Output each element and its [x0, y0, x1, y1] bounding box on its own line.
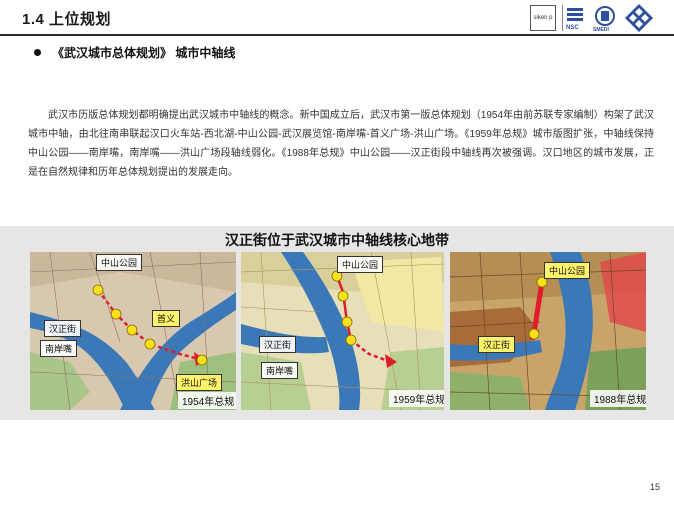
logo-group: siken p NSC SMEDI — [530, 3, 654, 33]
map-1954-label-hanzhengjie: 汉正街 — [44, 320, 82, 337]
siken-logo: siken p — [530, 5, 556, 31]
body-paragraph: 武汉市历版总体规划都明确提出武汉城市中轴线的概念。新中国成立后，武汉市第一版总体… — [28, 110, 654, 178]
header-divider — [0, 34, 674, 36]
map-1954-label-hongshan: 洪山广场 — [176, 374, 223, 391]
map-1954-label-nananzui: 南岸嘴 — [40, 340, 78, 357]
page-number: 15 — [649, 482, 660, 492]
map-1959-label-zhongshan: 中山公园 — [337, 256, 384, 273]
siken-logo-text: siken p — [533, 15, 553, 21]
section-title: 1.4 上位规划 — [22, 11, 112, 28]
nsc-logo-text: NSC — [566, 25, 579, 31]
map-1954-year: 1954年总规 — [178, 392, 236, 409]
map-1988-label-hanzhengjie: 汉正街 — [478, 336, 516, 353]
map-1954-label-zhongshan: 中山公园 — [96, 254, 143, 271]
bullet-icon — [34, 49, 41, 56]
map-1954-label-shouyi: 首义 — [152, 310, 181, 327]
page-header: 1.4 上位规划 siken p NSC SMEDI — [0, 0, 674, 34]
map-1988: 中山公园 汉正街 1988年总规 — [450, 252, 646, 410]
smedi-logo: SMEDI — [592, 5, 618, 33]
map-1954: 中山公园 汉正街 南岸嘴 首义 洪山广场 1954年总规 — [30, 252, 236, 410]
map-1959-label-hanzhengjie: 汉正街 — [259, 336, 297, 353]
map-1959-year: 1959年总规 — [389, 390, 444, 407]
map-1959-image — [241, 252, 444, 410]
map-1988-label-zhongshan: 中山公园 — [544, 262, 591, 279]
nsc-logo: NSC — [562, 5, 586, 31]
band-title: 汉正街位于武汉城市中轴线核心地带 — [225, 232, 449, 248]
diamond-logo — [624, 3, 654, 33]
map-1959: 中山公园 汉正街 南岸嘴 1959年总规 — [241, 252, 444, 410]
bullet-heading: 《武汉城市总体规划》 城市中轴线 — [52, 46, 236, 60]
map-1988-year: 1988年总规 — [590, 390, 646, 407]
smedi-logo-text: SMEDI — [593, 27, 609, 33]
map-1959-label-nananzui: 南岸嘴 — [261, 362, 299, 379]
